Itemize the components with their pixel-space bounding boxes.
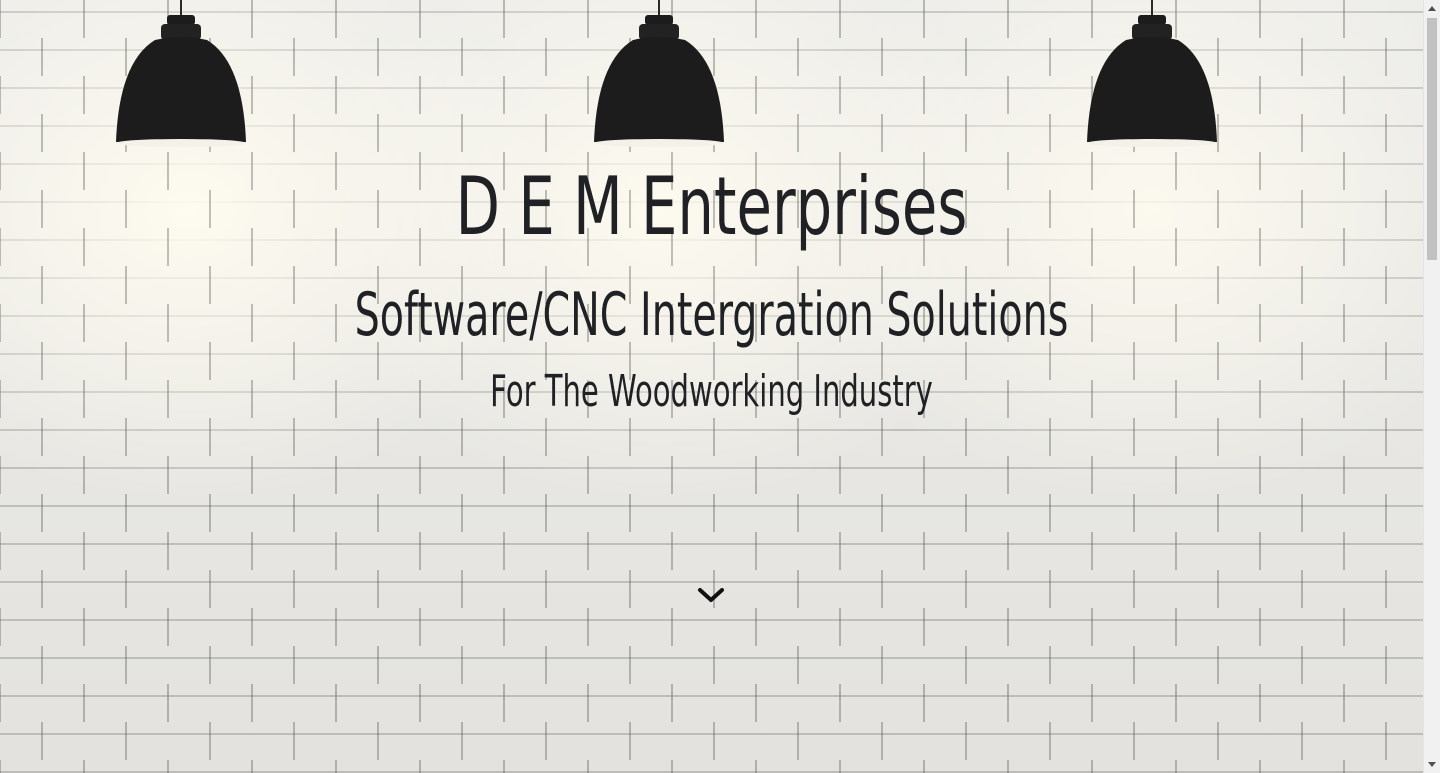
pendant-lamp: [594, 0, 724, 147]
scroll-down-button[interactable]: [694, 582, 728, 608]
tagline: Software/CNC Intergration Solutions: [354, 280, 1069, 350]
vertical-scrollbar[interactable]: [1423, 0, 1440, 773]
page-viewport: D E M Enterprises Software/CNC Intergrat…: [0, 0, 1440, 773]
chevron-down-icon: [698, 588, 724, 602]
sub-tagline: For The Woodworking Industry: [490, 366, 933, 417]
pendant-lamp: [116, 0, 246, 147]
hero-section: D E M Enterprises Software/CNC Intergrat…: [0, 0, 1423, 773]
pendant-lamp: [1087, 0, 1217, 147]
scrollbar-thumb[interactable]: [1427, 18, 1437, 260]
site-title: D E M Enterprises: [455, 160, 968, 253]
scroll-up-arrow-icon[interactable]: [1424, 0, 1440, 17]
scroll-down-arrow-icon[interactable]: [1424, 756, 1440, 773]
